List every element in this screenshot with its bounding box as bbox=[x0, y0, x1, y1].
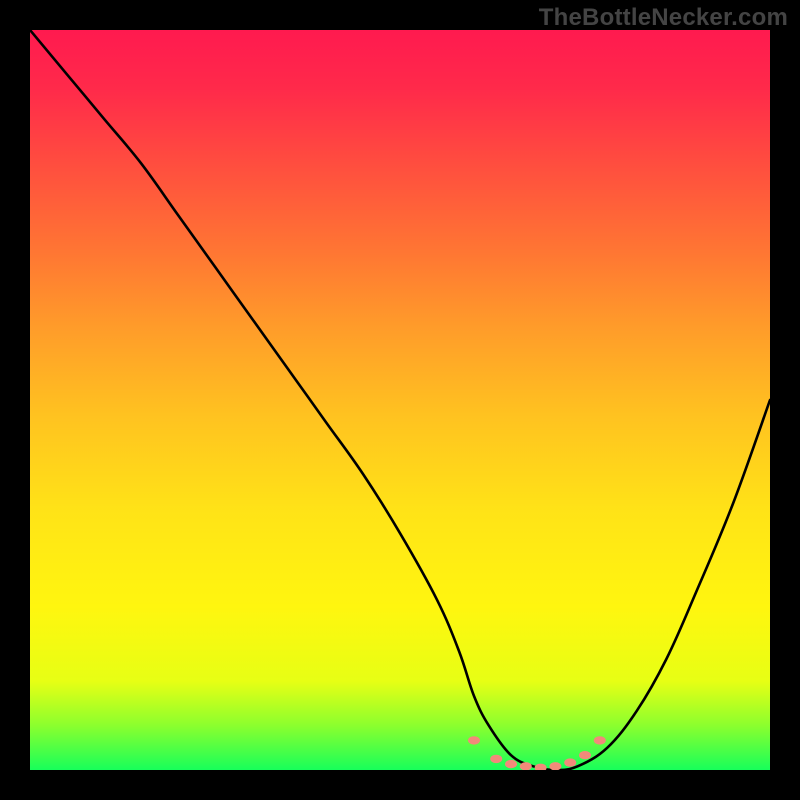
valley-marker bbox=[564, 758, 576, 766]
valley-marker bbox=[535, 764, 547, 770]
valley-marker bbox=[490, 755, 502, 763]
curve-layer bbox=[30, 30, 770, 770]
chart-container: TheBottleNecker.com bbox=[0, 0, 800, 800]
valley-marker bbox=[549, 762, 561, 770]
plot-area bbox=[30, 30, 770, 770]
bottleneck-curve bbox=[30, 30, 770, 770]
valley-marker bbox=[579, 751, 591, 759]
valley-marker bbox=[468, 736, 480, 744]
valley-marker bbox=[594, 736, 606, 744]
valley-marker-group bbox=[468, 736, 606, 770]
valley-marker bbox=[505, 760, 517, 768]
watermark-text: TheBottleNecker.com bbox=[539, 4, 788, 32]
